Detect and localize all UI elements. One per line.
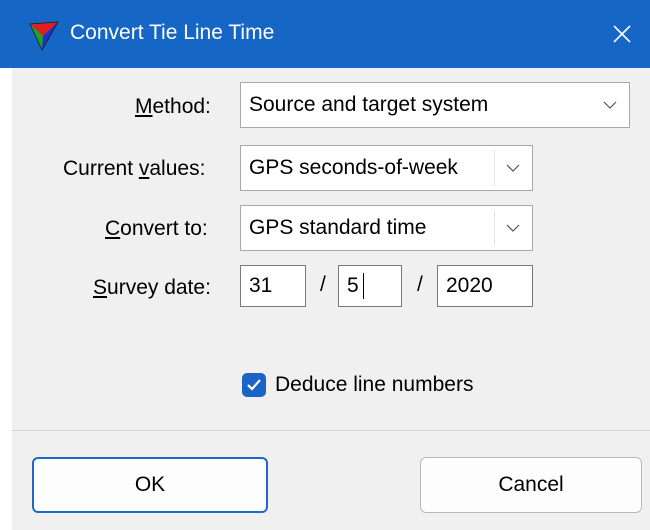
ok-button[interactable]: OK [32, 457, 268, 513]
survey-date-label: Survey date: [93, 276, 211, 299]
deduce-line-numbers-label[interactable]: Deduce line numbers [275, 373, 473, 397]
chevron-down-icon[interactable] [494, 206, 532, 250]
convert-to-label: Convert to: [105, 217, 208, 240]
deduce-line-numbers-checkbox[interactable] [242, 373, 266, 397]
current-values-label: Current values: [63, 157, 206, 180]
title-bar[interactable]: Convert Tie Line Time [0, 0, 650, 68]
current-values-value: GPS seconds-of-week [249, 156, 458, 179]
date-separator: / [320, 273, 326, 296]
convert-to-value: GPS standard time [249, 216, 427, 239]
chevron-down-icon[interactable] [591, 83, 629, 127]
survey-month-input[interactable]: 5 [338, 265, 402, 307]
checkmark-icon [247, 379, 261, 391]
dropdown-divider [494, 210, 495, 246]
convert-to-dropdown[interactable]: GPS standard time [240, 205, 533, 251]
method-value: Source and target system [249, 93, 489, 116]
dropdown-divider [494, 150, 495, 186]
tri-color-arrow-icon [28, 20, 60, 52]
current-values-dropdown[interactable]: GPS seconds-of-week [240, 145, 533, 191]
method-label: Method: [135, 95, 211, 118]
cancel-button[interactable]: Cancel [420, 457, 642, 513]
method-dropdown[interactable]: Source and target system [240, 82, 630, 128]
survey-day-input[interactable]: 31 [240, 265, 306, 307]
chevron-down-icon[interactable] [494, 146, 532, 190]
date-separator: / [417, 273, 423, 296]
survey-year-input[interactable]: 2020 [437, 265, 533, 307]
close-icon [613, 25, 631, 43]
window-title: Convert Tie Line Time [70, 21, 275, 44]
text-caret [363, 273, 364, 299]
close-button[interactable] [600, 12, 644, 56]
